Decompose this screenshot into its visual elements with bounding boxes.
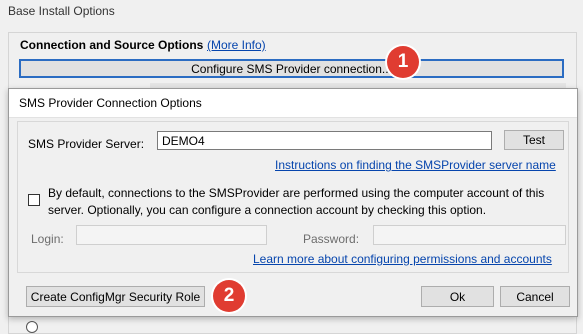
section-heading: Connection and Source Options: [20, 38, 204, 52]
ok-button[interactable]: Ok: [421, 286, 494, 307]
dialog-title: SMS Provider Connection Options: [19, 96, 202, 110]
create-security-role-button[interactable]: Create ConfigMgr Security Role: [26, 286, 205, 307]
password-field[interactable]: [373, 225, 566, 245]
step-badge-2: 2: [213, 280, 245, 312]
instructions-link[interactable]: Instructions on finding the SMSProvider …: [275, 158, 556, 172]
checkbox-description: By default, connections to the SMSProvid…: [48, 186, 545, 217]
server-label: SMS Provider Server:: [28, 137, 145, 151]
more-info-link[interactable]: (More Info): [207, 38, 266, 52]
configure-sms-provider-button[interactable]: Configure SMS Provider connection...: [19, 59, 564, 78]
background-radio: [26, 321, 38, 333]
login-field[interactable]: [76, 225, 267, 245]
dialog-titlebar: SMS Provider Connection Options: [9, 89, 577, 118]
cancel-button[interactable]: Cancel: [500, 286, 570, 307]
connection-account-checkbox[interactable]: [28, 194, 40, 206]
test-button[interactable]: Test: [504, 130, 564, 150]
permissions-link[interactable]: Learn more about configuring permissions…: [253, 252, 552, 266]
sms-provider-dialog: SMS Provider Connection Options SMS Prov…: [8, 88, 578, 317]
step-badge-1: 1: [387, 46, 419, 78]
window-title: Base Install Options: [8, 4, 115, 18]
server-input[interactable]: [157, 131, 492, 150]
password-label: Password:: [303, 232, 360, 246]
login-label: Login:: [31, 232, 64, 246]
